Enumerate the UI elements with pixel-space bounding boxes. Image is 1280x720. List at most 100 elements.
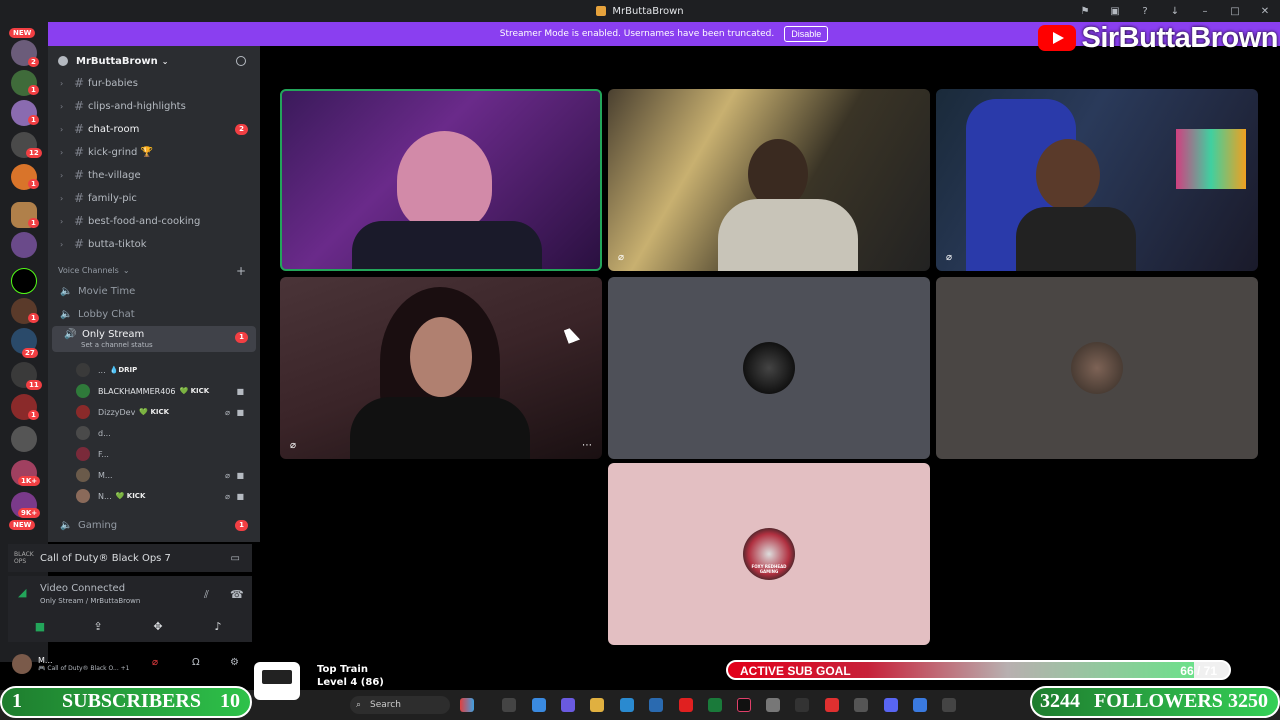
taskbar-app-icon[interactable] <box>854 698 868 712</box>
category-label: Voice Channels <box>58 266 119 275</box>
channel-the-village[interactable]: › # the-village <box>48 164 260 186</box>
voice-member[interactable]: N... 💚 KICK ⌀ ■ <box>76 486 256 506</box>
screen-share-icon[interactable]: ▣ <box>1100 6 1130 17</box>
taskbar-app-icon[interactable] <box>942 698 956 712</box>
voice-member[interactable]: F... <box>76 444 256 464</box>
channel-butta-tiktok[interactable]: › # butta-tiktok <box>48 233 260 255</box>
channel-label: family-pic <box>88 192 137 204</box>
game-activity[interactable]: BLACK OPS Call of Duty® Black Ops 7 ▭ <box>8 544 252 572</box>
video-tile-6[interactable] <box>936 277 1258 459</box>
video-tile-3[interactable]: ⌀ <box>936 89 1258 271</box>
share-screen-button[interactable]: ⇪ <box>72 616 124 636</box>
mic-muted-icon: ⌀ <box>618 252 625 263</box>
voice-channel-movie-time[interactable]: 🔈 Movie Time <box>48 280 260 302</box>
server-badge: 1 <box>28 218 39 228</box>
taskbar-app-icon[interactable] <box>460 698 474 712</box>
new-badge-bottom: NEW <box>9 520 36 530</box>
folder-icon[interactable] <box>590 698 604 712</box>
soundboard-button[interactable]: ♪ <box>192 616 244 636</box>
close-icon[interactable]: ✕ <box>1250 6 1280 17</box>
voice-channel-label: Only Stream <box>82 329 145 340</box>
subscribers-counter: 1 SUBSCRIBERS 10 <box>0 686 252 718</box>
member-name: M... <box>98 470 113 480</box>
voice-channel-gaming[interactable]: 🔈 Gaming 1 <box>48 514 260 536</box>
disconnect-icon[interactable]: ☎ <box>230 588 244 601</box>
voice-channel-lobby-chat[interactable]: 🔈 Lobby Chat <box>48 303 260 325</box>
train-icon <box>254 662 300 700</box>
video-tile-1[interactable] <box>280 89 602 271</box>
disable-streamer-mode-button[interactable]: Disable <box>784 26 829 42</box>
channel-family-pic[interactable]: › # family-pic <box>48 187 260 209</box>
subscribers-label: SUBSCRIBERS <box>62 690 201 712</box>
taskbar-app-icon[interactable] <box>649 698 663 712</box>
inbox-icon[interactable]: ⚑ <box>1070 6 1100 17</box>
connection-status[interactable]: Video Connected <box>40 583 125 594</box>
headphones-icon[interactable]: Ω <box>192 657 200 668</box>
user-avatar[interactable] <box>12 654 32 674</box>
server-badge: 12 <box>26 148 42 158</box>
hash-icon: # <box>74 214 85 228</box>
video-icon: ■ <box>236 386 244 396</box>
activities-icon: ✥ <box>153 619 163 633</box>
window-title-text: MrButtaBrown <box>612 5 684 17</box>
voice-member[interactable]: d... <box>76 423 256 443</box>
channel-chat-room[interactable]: › # chat-room 2 <box>48 118 260 140</box>
channel-fur-babies[interactable]: › # fur-babies <box>48 72 260 94</box>
taskbar-app-icon[interactable] <box>708 698 722 712</box>
minimize-icon[interactable]: – <box>1190 6 1220 17</box>
server-icon[interactable] <box>11 426 37 452</box>
taskbar-app-icon[interactable] <box>620 698 634 712</box>
taskbar-app-icon[interactable] <box>913 698 927 712</box>
video-tile-2[interactable]: ⌀ <box>608 89 930 271</box>
gear-icon[interactable]: ⚙ <box>230 657 239 668</box>
taskbar-app-icon[interactable] <box>795 698 809 712</box>
channel-status[interactable]: Set a channel status <box>81 341 153 349</box>
server-icon[interactable] <box>11 232 37 258</box>
voice-channel-only-stream[interactable]: 🔊 Only Stream Set a channel status 1 <box>52 326 256 352</box>
invite-people-icon[interactable] <box>236 56 246 66</box>
kick-server-icon[interactable] <box>11 268 37 294</box>
tiktok-app-icon[interactable] <box>737 698 751 712</box>
maximize-icon[interactable]: □ <box>1220 6 1250 17</box>
video-icon: ■ <box>236 407 244 417</box>
taskbar-app-icon[interactable] <box>825 698 839 712</box>
channel-label: best-food-and-cooking <box>88 215 201 227</box>
channel-clips-and-highlights[interactable]: › # clips-and-highlights <box>48 95 260 117</box>
voice-member[interactable]: BLACKHAMMER406 💚 KICK ■ <box>76 381 256 401</box>
help-icon[interactable]: ? <box>1130 6 1160 17</box>
voice-channels-category[interactable]: Voice Channels ⌄ <box>58 266 130 275</box>
download-icon[interactable]: ↓ <box>1160 6 1190 17</box>
voice-member[interactable]: M... ⌀ ■ <box>76 465 256 485</box>
avatar <box>76 426 90 440</box>
taskbar-app-icon[interactable] <box>561 698 575 712</box>
activities-button[interactable]: ✥ <box>132 616 184 636</box>
youtube-app-icon[interactable] <box>679 698 693 712</box>
channel-best-food-and-cooking[interactable]: › # best-food-and-cooking <box>48 210 260 232</box>
discord-app-icon[interactable] <box>884 698 898 712</box>
video-tile-5[interactable] <box>608 277 930 459</box>
server-name: MrButtaBrown <box>76 55 158 67</box>
channel-kick-grind[interactable]: › # kick-grind 🏆 <box>48 141 260 163</box>
camera-button[interactable]: ■ <box>14 616 66 636</box>
train-level: Level 4 (86) <box>317 677 384 688</box>
participant-body <box>350 397 530 459</box>
server-badge: 27 <box>22 348 38 358</box>
channel-label: clips-and-highlights <box>88 100 186 112</box>
screen-share-icon[interactable]: ▭ <box>231 553 240 564</box>
voice-member[interactable]: DizzyDev 💚 KICK ⌀ ■ <box>76 402 256 422</box>
participant-body <box>1016 207 1136 271</box>
video-tile-7[interactable]: FOXY REDHEAD GAMING <box>608 463 930 645</box>
add-channel-icon[interactable]: + <box>236 264 246 278</box>
taskbar-app-icon[interactable] <box>502 698 516 712</box>
noise-suppression-icon[interactable]: ⫽ <box>204 588 209 602</box>
taskbar-app-icon[interactable] <box>766 698 780 712</box>
taskbar-app-icon[interactable] <box>532 698 546 712</box>
signal-icon: ◢ <box>18 586 27 599</box>
mic-muted-icon[interactable]: ⌀ <box>152 657 158 668</box>
video-tile-4[interactable]: ⌀ ⋯ <box>280 277 602 459</box>
voice-member[interactable]: ... 💧DRIP <box>76 360 256 380</box>
avatar-label: FOXY REDHEAD GAMING <box>751 564 787 574</box>
more-options-icon[interactable]: ⋯ <box>582 440 592 451</box>
hash-icon: # <box>74 168 85 182</box>
sub-goal-label: ACTIVE SUB GOAL <box>740 664 851 678</box>
